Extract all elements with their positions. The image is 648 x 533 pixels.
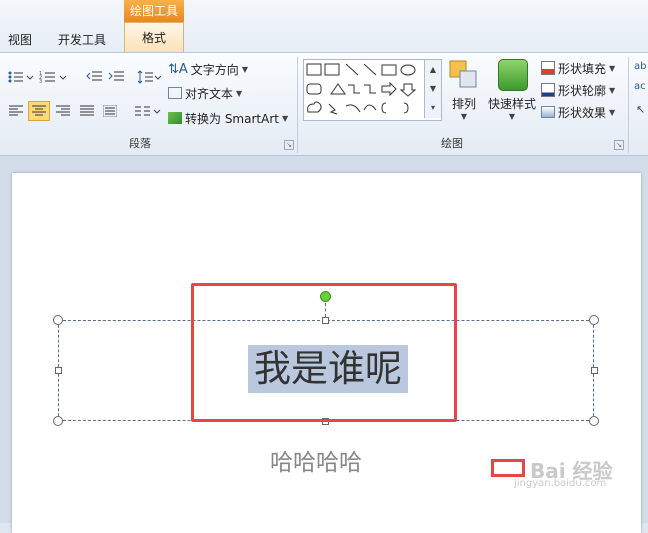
resize-handle[interactable] xyxy=(53,416,63,426)
shapes-gallery-scroll[interactable]: ▲ ▼ ▾ xyxy=(424,60,441,118)
bullets-button[interactable] xyxy=(6,67,34,87)
resize-handle[interactable] xyxy=(589,416,599,426)
decrease-indent-icon xyxy=(86,71,102,81)
resize-handle[interactable] xyxy=(589,315,599,325)
chevron-down-icon: ▼ xyxy=(241,64,248,74)
shape-effects-icon xyxy=(541,106,555,118)
ribbon-tab-row: 视图 开发工具 绘图工具 格式 xyxy=(0,0,648,52)
align-center-icon xyxy=(32,105,46,116)
slide[interactable]: 我是谁呢 哈哈哈哈 Bai 经验 jingyan.baidu.com xyxy=(12,173,641,533)
align-right-icon xyxy=(56,105,70,116)
replace-icon[interactable]: ac xyxy=(634,81,646,92)
chevron-down-icon: ▼ xyxy=(609,63,616,73)
resize-handle[interactable] xyxy=(591,367,598,374)
align-text-button[interactable]: 对齐文本 ▼ xyxy=(168,83,242,103)
ribbon: 1 2 3 ⇅A 文字方向 ▼ 对齐文本 ▼ 转换为 SmartArt ▼ 段落… xyxy=(0,52,648,156)
smartart-icon xyxy=(168,112,182,124)
shape-effects-label: 形状效果 xyxy=(558,105,607,120)
quick-styles-label: 快速样式 xyxy=(487,97,536,111)
align-right-button[interactable] xyxy=(53,101,73,121)
align-text-icon xyxy=(168,87,182,99)
shape-outline-label: 形状轮廓 xyxy=(558,83,607,98)
distributed-button[interactable] xyxy=(100,101,120,121)
numbering-button[interactable]: 1 2 3 xyxy=(38,67,68,87)
quick-styles-icon xyxy=(498,59,528,91)
chevron-down-icon: ▼ xyxy=(281,113,289,123)
resize-handle[interactable] xyxy=(53,315,63,325)
group-separator xyxy=(297,57,298,153)
paragraph-group-label: 段落 xyxy=(129,137,151,150)
increase-indent-icon xyxy=(108,71,124,81)
svg-text:3: 3 xyxy=(39,79,42,84)
align-text-label: 对齐文本 xyxy=(185,86,234,101)
tab-view[interactable]: 视图 xyxy=(8,30,32,50)
numbering-icon: 1 2 3 xyxy=(39,71,67,84)
shape-outline-button[interactable]: 形状轮廓 ▼ xyxy=(541,80,615,100)
paint-bucket-icon xyxy=(541,61,555,75)
quick-styles-button[interactable]: 快速样式 ▼ xyxy=(486,57,538,121)
convert-smartart-button[interactable]: 转换为 SmartArt ▼ xyxy=(168,108,288,128)
resize-handle[interactable] xyxy=(55,367,62,374)
line-spacing-icon xyxy=(137,70,161,84)
bullets-icon xyxy=(8,71,33,83)
arrange-icon xyxy=(449,60,477,88)
columns-icon xyxy=(135,106,161,116)
text-direction-icon: ⇅A xyxy=(168,61,188,77)
distributed-icon xyxy=(103,105,117,117)
paragraph-dialog-launcher-icon[interactable]: ↘ xyxy=(284,140,294,150)
context-group-drawing-tools: 绘图工具 xyxy=(124,0,184,22)
chevron-down-icon: ▼ xyxy=(460,112,468,121)
tab-format[interactable]: 格式 xyxy=(124,22,184,52)
arrange-button[interactable]: 排列 ▼ xyxy=(446,57,482,121)
select-cursor-icon[interactable]: ↖ xyxy=(636,103,645,116)
tab-developer[interactable]: 开发工具 xyxy=(58,30,106,50)
chevron-down-icon: ▼ xyxy=(236,88,243,98)
convert-smartart-label: 转换为 SmartArt xyxy=(185,111,279,126)
shapes-gallery[interactable]: ▲ ▼ ▾ xyxy=(303,59,442,121)
chevron-down-icon: ▼ xyxy=(508,112,516,121)
shape-fill-button[interactable]: 形状填充 ▼ xyxy=(541,58,615,78)
subtitle-text[interactable]: 哈哈哈哈 xyxy=(270,443,362,477)
shape-fill-label: 形状填充 xyxy=(558,61,607,76)
decrease-indent-button[interactable] xyxy=(84,67,104,87)
find-icon[interactable]: ab xyxy=(634,61,646,72)
columns-button[interactable] xyxy=(134,101,162,121)
chevron-down-icon: ▼ xyxy=(609,85,616,95)
align-left-button[interactable] xyxy=(6,101,26,121)
align-left-icon xyxy=(9,105,23,116)
justify-icon xyxy=(80,105,94,116)
pencil-icon xyxy=(541,83,555,97)
annotation-highlight-box xyxy=(191,283,457,422)
shapes-gallery-icons xyxy=(306,63,417,115)
group-separator xyxy=(628,57,629,153)
annotation-small-box xyxy=(491,459,525,477)
justify-button[interactable] xyxy=(77,101,97,121)
increase-indent-button[interactable] xyxy=(106,67,126,87)
chevron-down-icon: ▼ xyxy=(609,107,616,117)
arrange-label: 排列 xyxy=(451,97,476,111)
align-center-button[interactable] xyxy=(28,101,50,121)
chevron-down-icon[interactable]: ▼ xyxy=(425,79,441,98)
line-spacing-button[interactable] xyxy=(136,67,162,87)
shape-effects-button[interactable]: 形状效果 ▼ xyxy=(541,102,615,122)
text-direction-label: 文字方向 xyxy=(190,62,239,77)
gallery-expand-icon[interactable]: ▾ xyxy=(425,98,441,117)
chevron-up-icon[interactable]: ▲ xyxy=(425,60,441,79)
watermark-url: jingyan.baidu.com xyxy=(514,478,607,489)
text-direction-button[interactable]: ⇅A 文字方向 ▼ xyxy=(168,59,248,79)
drawing-group-label: 绘图 xyxy=(441,137,463,150)
drawing-dialog-launcher-icon[interactable]: ↘ xyxy=(614,140,624,150)
